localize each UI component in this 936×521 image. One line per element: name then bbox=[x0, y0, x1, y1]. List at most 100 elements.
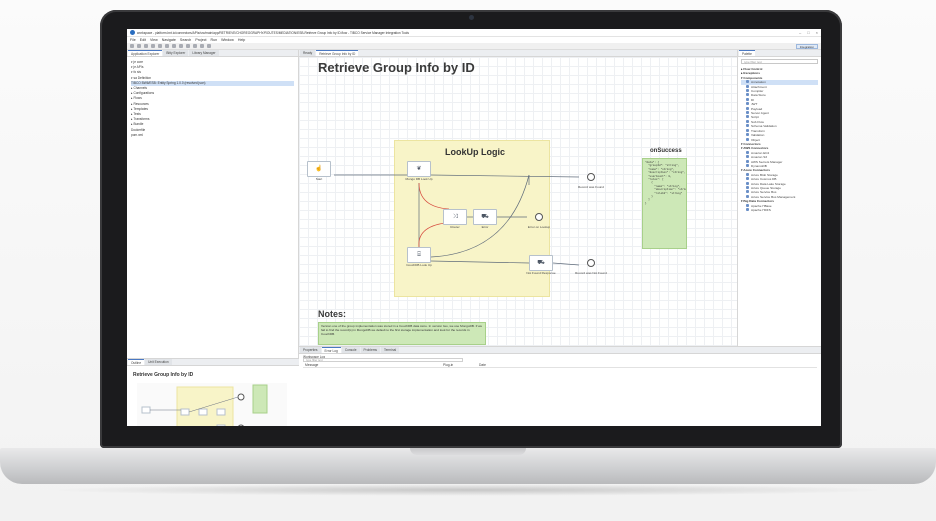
connector-couch-notfound bbox=[430, 260, 530, 264]
palette-search-input[interactable]: type filter text bbox=[741, 59, 818, 64]
tab-bitty-explorer[interactable]: Bitty Explorer bbox=[163, 50, 189, 56]
leaf-icon: ❦ bbox=[416, 166, 422, 172]
tab-error-log[interactable]: Error Log bbox=[321, 347, 341, 353]
error-lookup-node[interactable] bbox=[527, 209, 551, 225]
end-event-icon bbox=[587, 259, 595, 267]
maximize-icon[interactable]: □ bbox=[807, 30, 809, 35]
menu-view[interactable]: View bbox=[150, 38, 158, 42]
run-icon[interactable] bbox=[158, 44, 162, 48]
component-icon bbox=[746, 155, 749, 159]
menu-search[interactable]: Search bbox=[180, 38, 191, 42]
palette-item-label: Server Agent bbox=[751, 111, 769, 116]
start-node[interactable]: ☝ bbox=[307, 161, 331, 177]
router-node[interactable]: ⤨ bbox=[443, 209, 467, 225]
component-icon bbox=[746, 172, 749, 176]
palette-item-label: Azure Cosmos DB bbox=[751, 177, 777, 182]
flow-canvas[interactable]: Retrieve Group Info by ID LookUp Logic ☝… bbox=[299, 57, 737, 346]
couch-lookup-label: CouchDB Look Up bbox=[406, 263, 432, 267]
tab-palette[interactable]: Palette bbox=[739, 50, 755, 56]
new-icon[interactable] bbox=[130, 44, 134, 48]
record-not-found-node[interactable] bbox=[579, 255, 603, 271]
tab-terminal[interactable]: Terminal bbox=[381, 347, 400, 353]
mongo-lookup-label: Mongo DB Look Up bbox=[405, 177, 433, 181]
zoom-out-icon[interactable] bbox=[200, 44, 204, 48]
explorer-tabs: Application Explorer Bitty Explorer Libr… bbox=[127, 50, 298, 57]
window-titlebar: workspace - platform.bnt.io/connectors/A… bbox=[127, 29, 821, 37]
column-message[interactable]: Message bbox=[305, 363, 318, 367]
palette-item-label: Azure Service Bus Management bbox=[751, 194, 796, 199]
menu-file[interactable]: File bbox=[130, 38, 136, 42]
component-icon bbox=[746, 97, 749, 101]
save-icon[interactable] bbox=[137, 44, 141, 48]
close-icon[interactable]: × bbox=[816, 30, 818, 35]
palette-item-label: DI bbox=[751, 97, 755, 102]
component-icon bbox=[746, 84, 749, 88]
couch-lookup-node[interactable]: ⌸ bbox=[407, 247, 431, 263]
app-icon bbox=[130, 30, 135, 35]
menu-edit[interactable]: Edit bbox=[140, 38, 146, 42]
bottom-panel: Properties Error Log Console Problems Te… bbox=[299, 346, 821, 426]
on-success-annotation[interactable]: "data": { "groupId": "string", "name": "… bbox=[642, 158, 687, 249]
window-controls: – □ × bbox=[799, 30, 818, 35]
bottom-tabs: Properties Error Log Console Problems Te… bbox=[299, 347, 821, 354]
outline-thumbnail[interactable] bbox=[137, 383, 287, 426]
menu-help[interactable]: Help bbox=[238, 38, 245, 42]
palette-item-label: ▸ Flow Control bbox=[741, 67, 763, 71]
tab-application-explorer[interactable]: Application Explorer bbox=[128, 50, 163, 56]
mongo-lookup-node[interactable]: ❦ bbox=[407, 161, 431, 177]
truck-icon: ⛟ bbox=[481, 214, 489, 220]
tab-library-manager[interactable]: Library Manager bbox=[189, 50, 219, 56]
menu-window[interactable]: Window bbox=[221, 38, 234, 42]
tab-ready[interactable]: Ready bbox=[300, 50, 316, 56]
palette-item-label: ▾ Big Data Connectors bbox=[741, 199, 775, 204]
component-icon bbox=[746, 93, 749, 97]
layout-icon[interactable] bbox=[207, 44, 211, 48]
notes-annotation[interactable]: Version one of the group implementation … bbox=[318, 322, 486, 345]
palette-item-label: Annotation bbox=[751, 80, 766, 85]
tab-outline[interactable]: Outline bbox=[128, 359, 145, 365]
save-all-icon[interactable] bbox=[144, 44, 148, 48]
not-found-response-node[interactable]: ⛟ bbox=[529, 255, 553, 271]
palette-item-label: Sub Flow bbox=[751, 119, 764, 124]
component-icon bbox=[746, 185, 749, 189]
debug-icon[interactable] bbox=[165, 44, 169, 48]
not-found-response-label: Not Found Response bbox=[526, 271, 556, 275]
perspective-button[interactable]: Integration bbox=[795, 44, 818, 49]
laptop-screen: workspace - platform.bnt.io/connectors/A… bbox=[127, 29, 821, 426]
tab-unit-execution[interactable]: Unit Execution bbox=[145, 359, 172, 365]
error-node[interactable]: ⛟ bbox=[473, 209, 497, 225]
tab-console[interactable]: Console bbox=[341, 347, 360, 353]
component-icon bbox=[746, 181, 749, 185]
zoom-in-icon[interactable] bbox=[193, 44, 197, 48]
forward-icon[interactable] bbox=[186, 44, 190, 48]
record-found-node[interactable] bbox=[579, 169, 603, 185]
perspective-label: Integration bbox=[799, 44, 814, 49]
project-tree: ▾ je core ▾ je APIs ▾ fo sis ▾ sa Defini… bbox=[127, 57, 298, 141]
column-plugin[interactable]: Plug-in bbox=[443, 363, 453, 367]
back-icon[interactable] bbox=[179, 44, 183, 48]
photo-background: workspace - platform.bnt.io/connectors/A… bbox=[0, 0, 936, 521]
main-toolbar: Integration bbox=[127, 43, 821, 50]
print-icon[interactable] bbox=[151, 44, 155, 48]
menu-navigate[interactable]: Navigate bbox=[162, 38, 176, 42]
minimize-icon[interactable]: – bbox=[799, 30, 801, 35]
search-icon[interactable] bbox=[172, 44, 176, 48]
error-connector-mongo-router bbox=[418, 182, 450, 210]
laptop-notch bbox=[410, 448, 526, 455]
component-icon bbox=[746, 150, 749, 154]
window-title: workspace - platform.bnt.io/connectors/A… bbox=[137, 30, 409, 35]
menu-project[interactable]: Project bbox=[195, 38, 206, 42]
menu-run[interactable]: Run bbox=[211, 38, 218, 42]
outline-title: Retrieve Group Info by ID bbox=[133, 372, 194, 378]
column-date[interactable]: Date bbox=[479, 363, 486, 367]
tab-properties[interactable]: Properties bbox=[300, 347, 321, 353]
outline-panel: Outline Unit Execution Retrieve Group In… bbox=[127, 358, 299, 426]
palette-item-label: Azure Queue Storage bbox=[751, 185, 781, 190]
end-event-icon bbox=[535, 213, 543, 221]
tab-flow-editor[interactable]: Retrieve Group Info by ID bbox=[316, 50, 359, 56]
tab-problems[interactable]: Problems bbox=[360, 347, 380, 353]
palette-item[interactable]: Apache HDFS bbox=[741, 208, 818, 212]
palette-tabs: Palette bbox=[738, 50, 821, 57]
palette-item-label: Azure Blob Storage bbox=[751, 172, 778, 177]
tree-item[interactable]: pom.xml bbox=[131, 133, 294, 138]
